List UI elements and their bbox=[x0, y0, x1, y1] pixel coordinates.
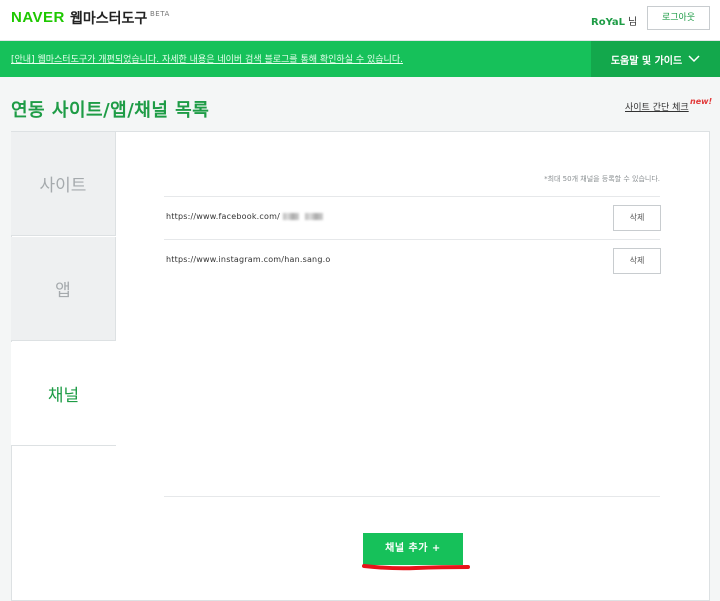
add-channel-button[interactable]: 채널 추가 + bbox=[363, 533, 463, 565]
channel-row: https://www.instagram.com/han.sang.o 삭제 bbox=[164, 239, 661, 282]
redacted-text bbox=[304, 213, 323, 220]
user-honorific: 님 bbox=[628, 17, 638, 28]
chevron-down-icon bbox=[688, 55, 700, 63]
user-name: RoYaL 님 bbox=[591, 13, 637, 28]
site-check-link[interactable]: 사이트 간단 체크 bbox=[625, 100, 689, 113]
top-header: NAVER 웹마스터도구 BETA RoYaL 님 로그아웃 bbox=[0, 0, 720, 41]
channel-row: https://www.facebook.com/ 삭제 bbox=[164, 196, 661, 239]
channel-limit-help: *최대 50개 채널을 등록할 수 있습니다. bbox=[544, 175, 660, 183]
channel-url: https://www.facebook.com/ bbox=[166, 212, 323, 221]
channel-url: https://www.instagram.com/han.sang.o bbox=[166, 255, 331, 264]
tab-sites[interactable]: 사이트 bbox=[11, 132, 116, 236]
help-guide-label: 도움말 및 가이드 bbox=[610, 55, 683, 67]
beta-badge: BETA bbox=[150, 10, 170, 18]
help-guide-button[interactable]: 도움말 및 가이드 bbox=[591, 41, 720, 77]
redacted-text bbox=[282, 213, 299, 220]
notice-link[interactable]: [안내] 웹마스터도구가 개편되었습니다. 자세한 내용은 네이버 검색 블로그… bbox=[11, 52, 403, 65]
webmaster-tools-title[interactable]: 웹마스터도구 bbox=[70, 8, 147, 28]
tab-channels[interactable]: 채널 bbox=[11, 342, 116, 446]
channel-url-text: https://www.facebook.com/ bbox=[166, 212, 280, 221]
notice-bar: [안내] 웹마스터도구가 개편되었습니다. 자세한 내용은 네이버 검색 블로그… bbox=[0, 41, 720, 77]
user-name-text: RoYaL bbox=[591, 17, 626, 28]
new-badge: new! bbox=[690, 97, 713, 106]
delete-channel-button[interactable]: 삭제 bbox=[613, 248, 661, 274]
delete-channel-button[interactable]: 삭제 bbox=[613, 205, 661, 231]
page-title: 연동 사이트/앱/채널 목록 bbox=[11, 100, 210, 121]
naver-logo[interactable]: NAVER bbox=[11, 9, 65, 26]
logout-button[interactable]: 로그아웃 bbox=[647, 6, 710, 30]
tab-apps[interactable]: 앱 bbox=[11, 237, 116, 341]
list-bottom-divider bbox=[164, 496, 660, 497]
